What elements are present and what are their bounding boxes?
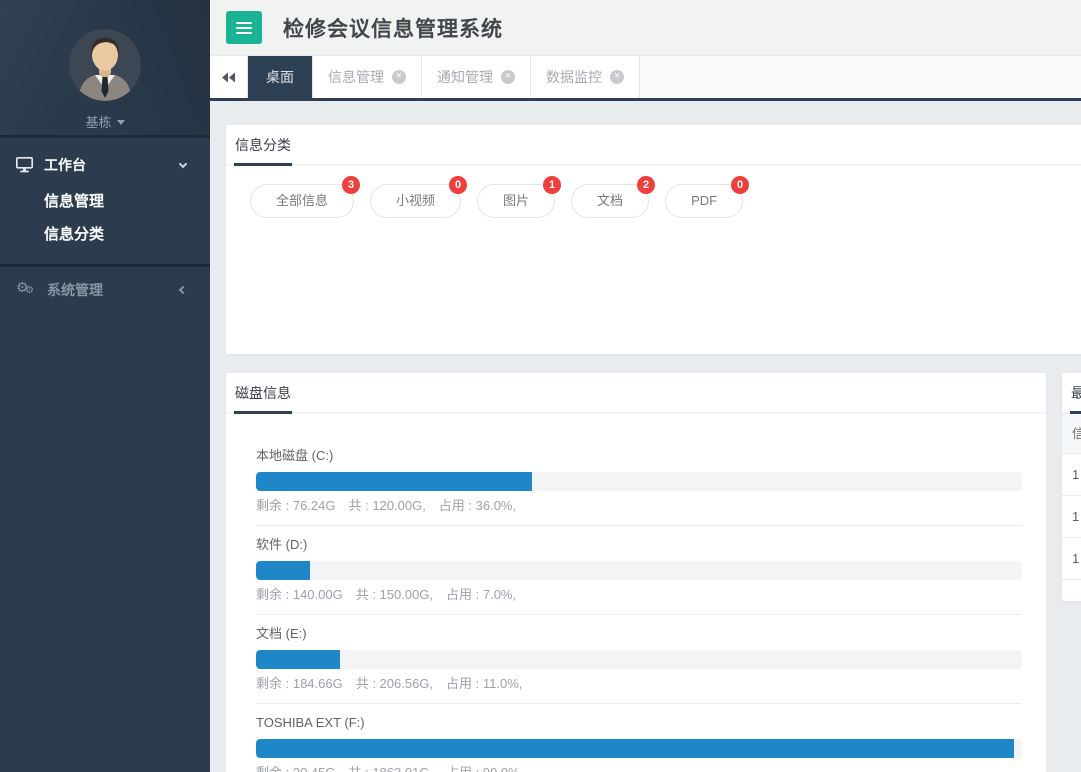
category-pills: 全部信息 3 小视频 0 图片 1 文档 2 PDF 0 [226,165,1081,218]
page-title: 检修会议信息管理系统 [283,13,503,43]
pill-short-video[interactable]: 小视频 0 [370,184,461,218]
disk-stats: 剩余 : 76.24G 共 : 120.00G, 占用 : 36.0%, [256,498,1022,514]
pill-image[interactable]: 图片 1 [477,184,555,218]
tab-desktop[interactable]: 桌面 [248,56,313,98]
disk-entry-d: 软件 (D:) 剩余 : 140.00G 共 : 150.00G, 占用 : 7… [256,537,1022,615]
sidebar-nav: 工作台 信息管理 信息分类 ⚙⚙ 系统管理 [0,138,210,313]
close-icon[interactable]: × [610,70,624,84]
disk-progress-fill [256,472,532,491]
hamburger-icon [236,22,252,24]
sidebar-item-system[interactable]: ⚙⚙ 系统管理 [0,267,210,313]
card-disk-info: 磁盘信息 本地磁盘 (C:) 剩余 : 76.24G 共 : 120.00G, … [226,373,1046,772]
count-badge: 1 [543,176,561,194]
disk-progress-track [256,472,1022,491]
chevron-down-icon [179,159,187,167]
card-header: 信息分类 [226,125,1081,165]
disk-progress-track [256,739,1022,758]
tabs-scroll-left-button[interactable] [210,56,248,98]
workbench-submenu: 信息管理 信息分类 [0,185,210,251]
table-header-cell: 信 [1062,413,1081,454]
disk-name: TOSHIBA EXT (F:) [256,715,1022,731]
count-badge: 0 [731,176,749,194]
card-info-category: 信息分类 全部信息 3 小视频 0 图片 1 文档 2 [226,125,1081,354]
disk-progress-track [256,561,1022,580]
disk-entry-c: 本地磁盘 (C:) 剩余 : 76.24G 共 : 120.00G, 占用 : … [256,448,1022,526]
disk-entry-f: TOSHIBA EXT (F:) 剩余 : 20.45G 共 : 1863.01… [256,715,1022,772]
bottom-row: 磁盘信息 本地磁盘 (C:) 剩余 : 76.24G 共 : 120.00G, … [226,373,1081,772]
table-row[interactable]: 1 [1062,496,1081,538]
tab-label: 桌面 [266,67,294,87]
disk-progress-fill [256,561,310,580]
disk-progress-fill [256,739,1014,758]
disk-stats: 剩余 : 184.66G 共 : 206.56G, 占用 : 11.0%, [256,676,1022,692]
disk-name: 文档 (E:) [256,626,1022,642]
tab-notice-manage[interactable]: 通知管理 × [422,56,531,98]
sidebar-item-label: 系统管理 [47,280,103,300]
double-chevron-left-icon [221,72,236,83]
table-row[interactable]: 1 [1062,538,1081,580]
count-badge: 2 [637,176,655,194]
disk-stats: 剩余 : 20.45G 共 : 1863.01G, 占用 : 99.0%, [256,765,1022,772]
disk-name: 本地磁盘 (C:) [256,448,1022,464]
card-latest-info: 最 信 1 1 1 [1062,373,1081,601]
close-icon[interactable]: × [392,70,406,84]
latest-info-table: 信 1 1 1 [1062,413,1081,580]
username: 基栋 [85,115,111,130]
card-header: 磁盘信息 [226,373,1046,413]
disk-progress-fill [256,650,340,669]
sidebar-item-label: 工作台 [44,155,86,175]
disk-entry-e: 文档 (E:) 剩余 : 184.66G 共 : 206.56G, 占用 : 1… [256,626,1022,704]
sidebar-item-info-category[interactable]: 信息分类 [0,218,210,251]
sidebar-item-info-manage[interactable]: 信息管理 [0,185,210,218]
disk-stats: 剩余 : 140.00G 共 : 150.00G, 占用 : 7.0%, [256,587,1022,603]
user-menu[interactable]: 基栋 [0,112,210,131]
card-title: 最 [1062,373,1081,413]
content-area: 信息分类 全部信息 3 小视频 0 图片 1 文档 2 [210,101,1081,772]
caret-down-icon [117,120,125,125]
table-row[interactable]: 1 [1062,454,1081,496]
title-underline [234,411,292,414]
nav-workbench-block: 工作台 信息管理 信息分类 [0,138,210,267]
tab-info-manage[interactable]: 信息管理 × [313,56,422,98]
main-area: 检修会议信息管理系统 桌面 信息管理 × 通知管理 × 数据监控 × 信息分类 [210,0,1081,772]
tab-label: 信息管理 [328,67,384,87]
disk-name: 软件 (D:) [256,537,1022,553]
card-title: 信息分类 [226,125,291,165]
top-header: 检修会议信息管理系统 [210,0,1081,56]
pill-all-info[interactable]: 全部信息 3 [250,184,354,218]
sidebar: 基栋 工作台 信息管理 信息分类 ⚙⚙ 系统管理 [0,0,210,772]
chevron-left-icon [179,286,187,294]
tab-label: 通知管理 [437,67,493,87]
pill-document[interactable]: 文档 2 [571,184,649,218]
monitor-icon [16,157,33,173]
sidebar-item-workbench[interactable]: 工作台 [0,145,210,185]
tab-label: 数据监控 [546,67,602,87]
menu-toggle-button[interactable] [226,11,262,44]
title-underline [1070,411,1081,414]
tab-data-monitor[interactable]: 数据监控 × [531,56,640,98]
pill-pdf[interactable]: PDF 0 [665,184,743,218]
tab-bar: 桌面 信息管理 × 通知管理 × 数据监控 × [210,56,1081,101]
count-badge: 3 [342,176,360,194]
disk-list: 本地磁盘 (C:) 剩余 : 76.24G 共 : 120.00G, 占用 : … [226,413,1046,772]
card-header: 最 [1062,373,1081,413]
gears-icon: ⚙⚙ [16,281,36,299]
count-badge: 0 [449,176,467,194]
title-underline [234,163,292,166]
card-title: 磁盘信息 [226,373,291,413]
close-icon[interactable]: × [501,70,515,84]
user-avatar[interactable] [69,29,141,101]
profile-section: 基栋 [0,0,210,138]
disk-progress-track [256,650,1022,669]
